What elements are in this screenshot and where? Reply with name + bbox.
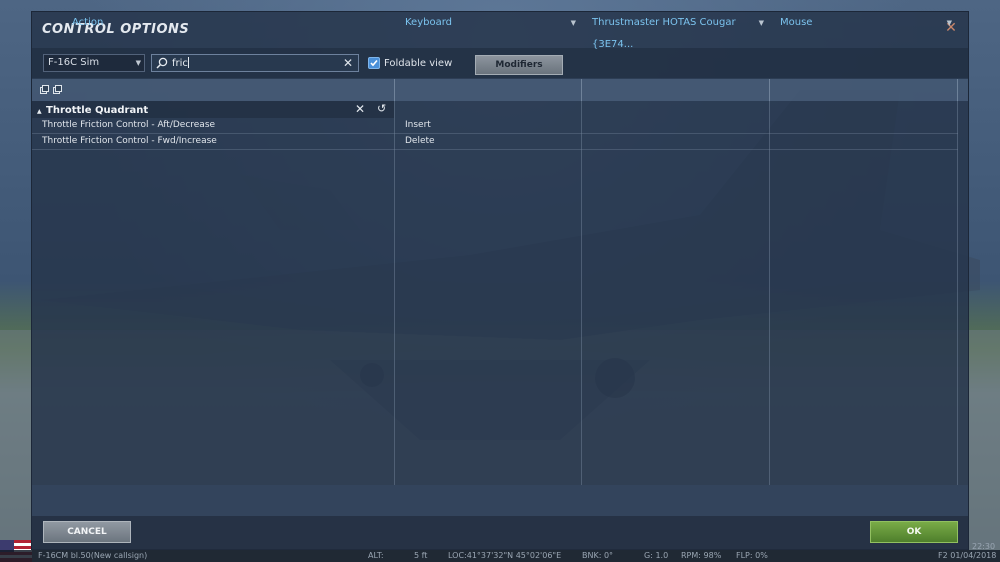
time-readout: 22:30 (972, 542, 996, 551)
control-options-window: CONTROL OPTIONS ✕ F-16C Sim ▼ fric ✕ Fol… (31, 11, 969, 550)
sim-status-bar: F-16CM bl.50(New callsign) ALT: 5 ft LOC… (0, 550, 1000, 562)
date-readout: F2 01/04/2018 (938, 551, 997, 560)
chevron-down-icon: ▼ (135, 59, 141, 67)
grid-header (32, 79, 968, 101)
expand-collapse-all-icon[interactable] (40, 85, 64, 95)
search-icon (156, 57, 168, 69)
footer-bar (32, 516, 968, 550)
flaps-readout: FLP: 0% (736, 551, 768, 560)
column-header-mouse[interactable]: Mouse ▼ (780, 12, 956, 34)
chevron-down-icon: ▼ (570, 19, 576, 27)
grid-column-line (769, 101, 770, 485)
reset-category-icon[interactable]: ↺ (377, 102, 386, 115)
altitude-label: ALT: (368, 551, 384, 560)
search-text: fric (172, 57, 189, 69)
grid-column-line (957, 101, 958, 485)
details-strip (32, 485, 968, 516)
checkmark-icon (370, 59, 378, 67)
clear-search-icon[interactable]: ✕ (343, 56, 353, 70)
column-header-joystick[interactable]: Thrustmaster HOTAS Cougar {3E74... ▼ (592, 12, 768, 50)
keyboard-binding-cell[interactable]: Insert (405, 118, 431, 133)
ok-button[interactable]: OK (870, 521, 958, 543)
keyboard-binding-cell[interactable]: Delete (405, 134, 435, 149)
category-title: Throttle Quadrant (46, 105, 149, 116)
column-header-action[interactable]: Action (72, 12, 392, 34)
altitude-value: 5 ft (414, 551, 428, 560)
aircraft-select-value: F-16C Sim (48, 57, 100, 68)
foldable-view-checkbox[interactable] (368, 57, 380, 69)
modifiers-button[interactable]: Modifiers (475, 55, 563, 75)
collapse-triangle-icon[interactable]: ▲ (37, 108, 42, 115)
location-readout: LOC:41°37'32"N 45°02'06"E (448, 551, 562, 560)
rpm-readout: RPM: 98% (681, 551, 722, 560)
action-cell: Throttle Friction Control - Fwd/Increase (42, 136, 217, 146)
column-divider[interactable] (769, 79, 770, 101)
table-row[interactable]: Throttle Friction Control - Fwd/Increase… (32, 134, 958, 150)
search-input[interactable]: fric ✕ (151, 54, 359, 72)
cancel-button[interactable]: CANCEL (43, 521, 131, 543)
aircraft-callsign: F-16CM bl.50(New callsign) (38, 551, 148, 560)
chevron-down-icon: ▼ (758, 19, 764, 27)
chevron-down-icon: ▼ (946, 19, 952, 27)
column-divider[interactable] (581, 79, 582, 101)
clear-category-icon[interactable]: ✕ (355, 102, 365, 116)
column-divider (957, 79, 958, 101)
action-cell: Throttle Friction Control - Aft/Decrease (42, 120, 216, 130)
table-row[interactable]: Throttle Friction Control - Aft/Decrease… (32, 118, 958, 134)
column-header-keyboard[interactable]: Keyboard ▼ (405, 12, 580, 34)
g-readout: G: 1.0 (644, 551, 669, 560)
grid-column-line (394, 101, 395, 485)
foldable-view-label: Foldable view (384, 58, 453, 69)
grid-column-line (581, 101, 582, 485)
column-divider[interactable] (394, 79, 395, 101)
aircraft-select[interactable]: F-16C Sim ▼ (43, 54, 145, 72)
bank-readout: BNK: 0° (582, 551, 614, 560)
